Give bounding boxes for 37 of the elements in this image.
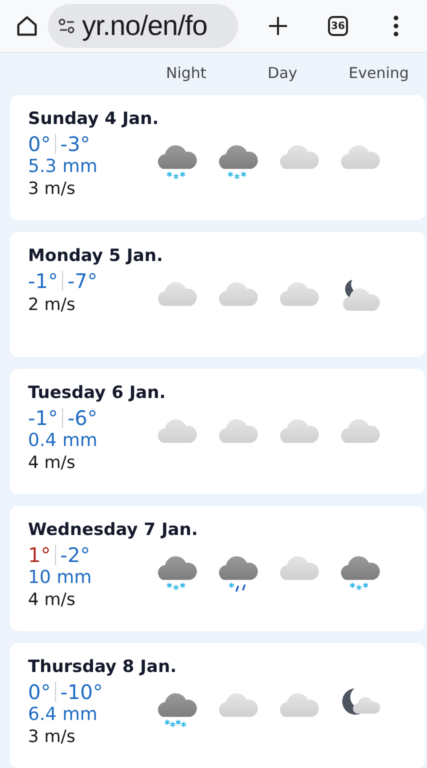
column-header: Evening [348, 64, 410, 82]
min-temperature: -2° [60, 543, 90, 567]
day-title: Sunday 4 Jan. [28, 109, 160, 129]
precipitation: 10 mm [28, 567, 93, 588]
precipitation: 0.4 mm [28, 430, 98, 451]
wind-speed: 3 m/s [28, 179, 76, 199]
wind-speed: 4 m/s [28, 453, 76, 473]
wind-speed: 4 m/s [28, 590, 76, 610]
day-title: Wednesday 7 Jan. [28, 520, 199, 540]
min-temperature: -10° [60, 680, 103, 704]
site-settings-icon[interactable] [58, 17, 76, 35]
min-temperature: -3° [60, 132, 90, 156]
wind-speed: 3 m/s [28, 727, 76, 747]
day-card[interactable]: Wednesday 7 Jan. 1° -2° 10 mm 4 m/s [10, 506, 425, 631]
max-temperature: 0° [28, 680, 51, 704]
day-card[interactable]: Sunday 4 Jan. 0° -3° 5.3 mm 3 m/s [10, 95, 425, 220]
column-header: Day [266, 64, 298, 82]
max-temperature: 0° [28, 132, 51, 156]
day-card[interactable]: Thursday 8 Jan. 0° -10° 6.4 mm 3 m/s [10, 643, 425, 768]
wind-speed: 2 m/s [28, 295, 76, 315]
max-temperature: 1° [28, 543, 51, 567]
max-temperature: -1° [28, 269, 58, 293]
min-temperature: -7° [67, 269, 98, 293]
column-header: Night [165, 64, 208, 82]
precipitation: 6.4 mm [28, 704, 98, 725]
max-temperature: -1° [28, 406, 58, 430]
day-card[interactable]: Monday 5 Jan. -1° -7° 2 m/s [10, 232, 425, 357]
day-title: Thursday 8 Jan. [28, 657, 178, 677]
address-bar[interactable]: yr.no/en/fo [48, 4, 238, 48]
day-title: Tuesday 6 Jan. [28, 383, 167, 403]
day-card[interactable]: Tuesday 6 Jan. -1° -6° 0.4 mm 4 m/s [10, 369, 425, 494]
new-tab-icon[interactable] [266, 14, 290, 38]
tab-count-button[interactable]: 36 [328, 16, 348, 36]
precipitation: 5.3 mm [28, 156, 98, 177]
day-title: Monday 5 Jan. [28, 246, 164, 266]
menu-icon[interactable] [392, 15, 400, 37]
min-temperature: -6° [67, 406, 98, 430]
